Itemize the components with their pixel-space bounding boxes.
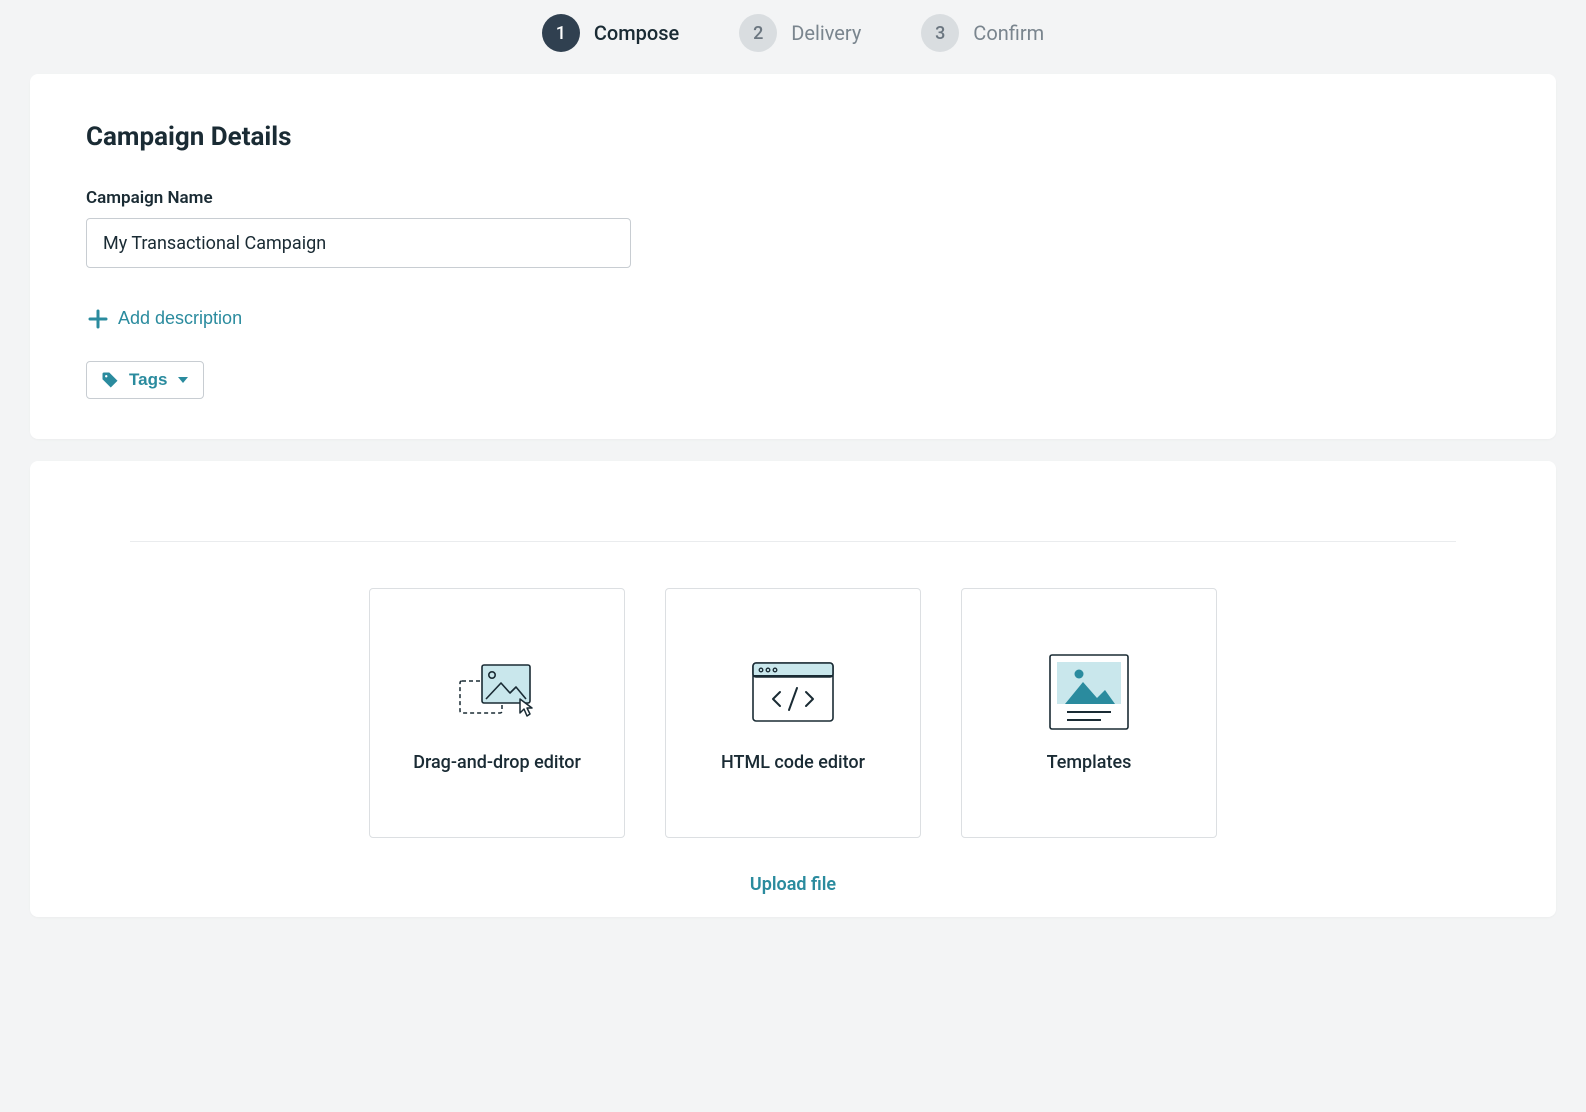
editor-option-label: Drag-and-drop editor [413, 752, 581, 773]
drag-drop-icon [454, 654, 540, 730]
tags-label: Tags [129, 370, 167, 390]
add-description-label: Add description [118, 308, 242, 329]
tags-button[interactable]: Tags [86, 361, 204, 399]
add-description-button[interactable]: Add description [86, 304, 244, 333]
section-title: Campaign Details [86, 122, 1500, 152]
editor-option-html[interactable]: HTML code editor [665, 588, 921, 838]
step-confirm[interactable]: 3 Confirm [921, 14, 1044, 52]
campaign-name-input[interactable] [86, 218, 631, 268]
plus-icon [88, 309, 108, 329]
step-label: Confirm [973, 21, 1044, 45]
divider [130, 541, 1456, 542]
step-number: 3 [921, 14, 959, 52]
editor-options: Drag-and-drop editor HTML code editor [130, 588, 1456, 838]
editor-option-templates[interactable]: Templates [961, 588, 1217, 838]
step-label: Delivery [791, 21, 861, 45]
wizard-stepper: 1 Compose 2 Delivery 3 Confirm [0, 0, 1586, 74]
editor-option-label: HTML code editor [721, 752, 865, 773]
code-editor-icon [752, 654, 834, 730]
step-number: 2 [739, 14, 777, 52]
tag-icon [101, 371, 119, 389]
step-number: 1 [542, 14, 580, 52]
editor-option-label: Templates [1047, 752, 1132, 773]
step-label: Compose [594, 21, 679, 45]
campaign-name-label: Campaign Name [86, 188, 1500, 208]
campaign-details-card: Campaign Details Campaign Name Add descr… [30, 74, 1556, 439]
editor-option-drag-drop[interactable]: Drag-and-drop editor [369, 588, 625, 838]
chevron-down-icon [177, 374, 189, 386]
upload-file-link[interactable]: Upload file [130, 874, 1456, 917]
editor-selection-card: Drag-and-drop editor HTML code editor [30, 461, 1556, 917]
step-compose[interactable]: 1 Compose [542, 14, 679, 52]
templates-icon [1049, 654, 1129, 730]
step-delivery[interactable]: 2 Delivery [739, 14, 861, 52]
